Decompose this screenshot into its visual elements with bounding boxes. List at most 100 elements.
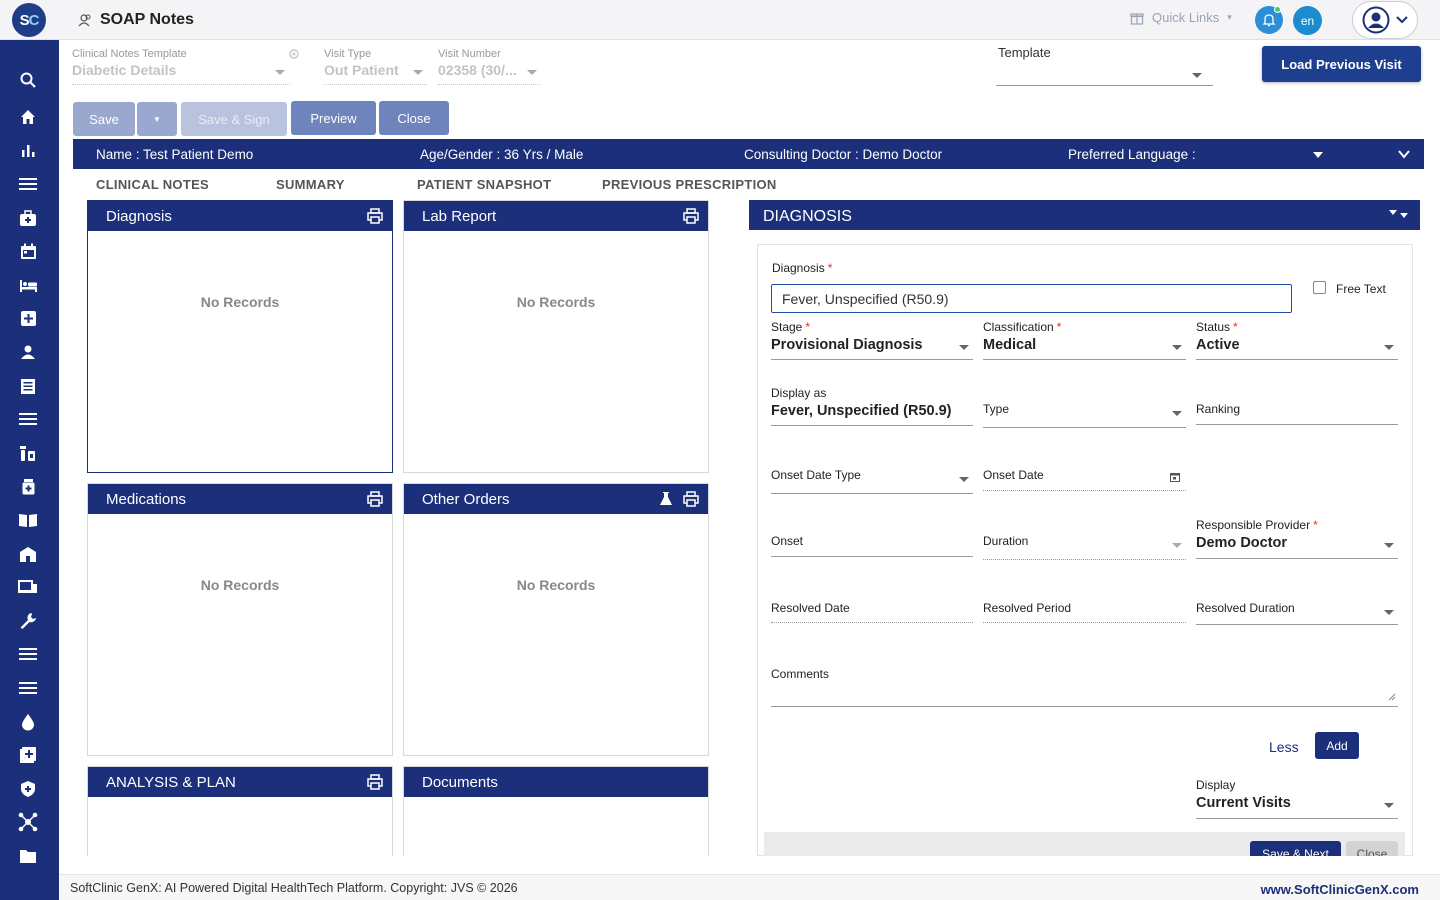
folder-icon[interactable]: [17, 845, 39, 867]
menu-icon-3[interactable]: [17, 677, 39, 699]
other-orders-panel[interactable]: Other Orders No Records: [403, 483, 709, 756]
print-icon[interactable]: [367, 208, 383, 224]
comments-label: Comments: [771, 667, 830, 681]
medications-panel[interactable]: Medications No Records: [87, 483, 393, 756]
visit-type-select[interactable]: Out Patient: [324, 62, 399, 78]
search-icon[interactable]: [17, 69, 39, 91]
user-menu[interactable]: [1352, 1, 1418, 39]
hospital-icon[interactable]: [17, 543, 39, 565]
app-logo[interactable]: SC: [12, 3, 46, 37]
stage-underline: [771, 359, 973, 360]
type-select[interactable]: [983, 427, 1186, 428]
diagnosis-input[interactable]: Fever, Unspecified (R50.9): [771, 284, 1292, 313]
print-icon[interactable]: [367, 774, 383, 790]
collapse-menu-icon[interactable]: [1389, 210, 1411, 220]
visit-number-select[interactable]: 02358 (30/...: [438, 62, 517, 78]
load-previous-visit-button[interactable]: Load Previous Visit: [1262, 46, 1421, 82]
display-select[interactable]: Current Visits: [1196, 795, 1291, 811]
resolved-duration-select[interactable]: [1196, 624, 1398, 625]
duration-select[interactable]: [983, 559, 1186, 560]
language-dropdown-icon[interactable]: [1313, 152, 1323, 158]
menu-icon-2[interactable]: [17, 643, 39, 665]
chevron-down-icon: [959, 345, 969, 350]
onset-date-type-select[interactable]: [771, 493, 973, 494]
settings-icon[interactable]: [287, 47, 301, 61]
classification-select[interactable]: Medical: [983, 337, 1036, 353]
template-select[interactable]: [996, 85, 1213, 86]
onset-input[interactable]: [771, 556, 973, 557]
display-as-input[interactable]: Fever, Unspecified (R50.9): [771, 403, 952, 419]
resolved-date-input[interactable]: [771, 622, 973, 623]
ranking-input[interactable]: [1196, 424, 1398, 425]
display-underline: [1196, 818, 1398, 819]
consulting-doctor: Consulting Doctor : Demo Doctor: [744, 147, 943, 162]
preview-button[interactable]: Preview: [291, 101, 376, 135]
resolved-period-input[interactable]: [983, 622, 1186, 623]
documents-panel[interactable]: Documents: [403, 766, 709, 856]
required-mark: *: [1056, 320, 1062, 334]
briefcase-medical-icon[interactable]: [17, 207, 39, 229]
add-box-icon[interactable]: [17, 744, 39, 766]
document-icon[interactable]: [17, 375, 39, 397]
medicine-icon[interactable]: [17, 442, 39, 464]
tab-previous-prescription[interactable]: PREVIOUS PRESCRIPTION: [602, 177, 777, 192]
empty-message: No Records: [516, 294, 596, 310]
book-icon[interactable]: [17, 509, 39, 531]
website-link[interactable]: www.SoftClinicGenX.com: [1261, 882, 1419, 897]
bar-chart-icon[interactable]: [17, 139, 39, 161]
user-icon[interactable]: [17, 341, 39, 363]
diagnosis-form-header: DIAGNOSIS: [749, 200, 1420, 230]
clinical-notes-template-select[interactable]: Diabetic Details: [72, 62, 176, 78]
gift-icon: [1130, 12, 1144, 25]
resize-handle-icon[interactable]: [1388, 693, 1396, 701]
quick-links-label: Quick Links: [1152, 10, 1220, 25]
calendar-icon[interactable]: [17, 240, 39, 262]
required-mark: *: [1313, 518, 1318, 532]
form-close-button[interactable]: Close: [1346, 841, 1398, 856]
save-and-sign-button[interactable]: Save & Sign: [181, 102, 287, 136]
panel-title: Documents: [422, 774, 498, 791]
tab-clinical-notes[interactable]: CLINICAL NOTES: [96, 177, 209, 192]
network-icon[interactable]: [17, 811, 39, 833]
drop-icon[interactable]: [17, 711, 39, 733]
tab-patient-snapshot[interactable]: PATIENT SNAPSHOT: [417, 177, 551, 192]
less-link[interactable]: Less: [1269, 739, 1299, 755]
shield-icon[interactable]: [17, 778, 39, 800]
comments-textarea[interactable]: [771, 706, 1398, 707]
save-button[interactable]: Save: [73, 102, 135, 136]
tab-summary[interactable]: SUMMARY: [276, 177, 345, 192]
onset-date-input[interactable]: [983, 490, 1186, 491]
diagnosis-panel[interactable]: Diagnosis No Records: [87, 200, 393, 473]
print-icon[interactable]: [683, 208, 699, 224]
wrench-icon[interactable]: [17, 610, 39, 632]
calendar-icon[interactable]: [1170, 472, 1180, 482]
print-icon[interactable]: [367, 491, 383, 507]
flask-icon[interactable]: [658, 491, 674, 507]
stage-select[interactable]: Provisional Diagnosis: [771, 337, 923, 353]
status-select[interactable]: Active: [1196, 337, 1240, 353]
free-text-checkbox[interactable]: [1313, 281, 1326, 294]
close-button[interactable]: Close: [379, 101, 449, 135]
chevron-down-icon: [1384, 345, 1394, 350]
list-icon[interactable]: [17, 408, 39, 430]
add-button[interactable]: Add: [1315, 732, 1359, 759]
page-title: SOAP Notes: [100, 11, 194, 28]
devices-icon[interactable]: [17, 576, 39, 598]
print-icon[interactable]: [683, 491, 699, 507]
save-and-next-button[interactable]: Save & Next: [1250, 841, 1341, 856]
menu-icon[interactable]: [17, 173, 39, 195]
expand-chevron-icon[interactable]: [1398, 150, 1410, 159]
medicine-bottle-icon[interactable]: [17, 475, 39, 497]
notifications-button[interactable]: [1255, 6, 1283, 34]
lab-report-panel[interactable]: Lab Report No Records: [403, 200, 709, 473]
plus-square-icon[interactable]: [17, 307, 39, 329]
classification-label-text: Classification: [983, 320, 1054, 334]
analysis-plan-panel[interactable]: ANALYSIS & PLAN: [87, 766, 393, 856]
quick-links-menu[interactable]: Quick Links ▾: [1130, 10, 1232, 25]
language-button[interactable]: en: [1293, 6, 1322, 35]
save-options-dropdown[interactable]: ▼: [137, 102, 177, 136]
responsible-provider-select[interactable]: Demo Doctor: [1196, 535, 1287, 551]
home-icon[interactable]: [17, 106, 39, 128]
resolved-duration-label: Resolved Duration: [1196, 601, 1295, 615]
bed-icon[interactable]: [17, 274, 39, 296]
